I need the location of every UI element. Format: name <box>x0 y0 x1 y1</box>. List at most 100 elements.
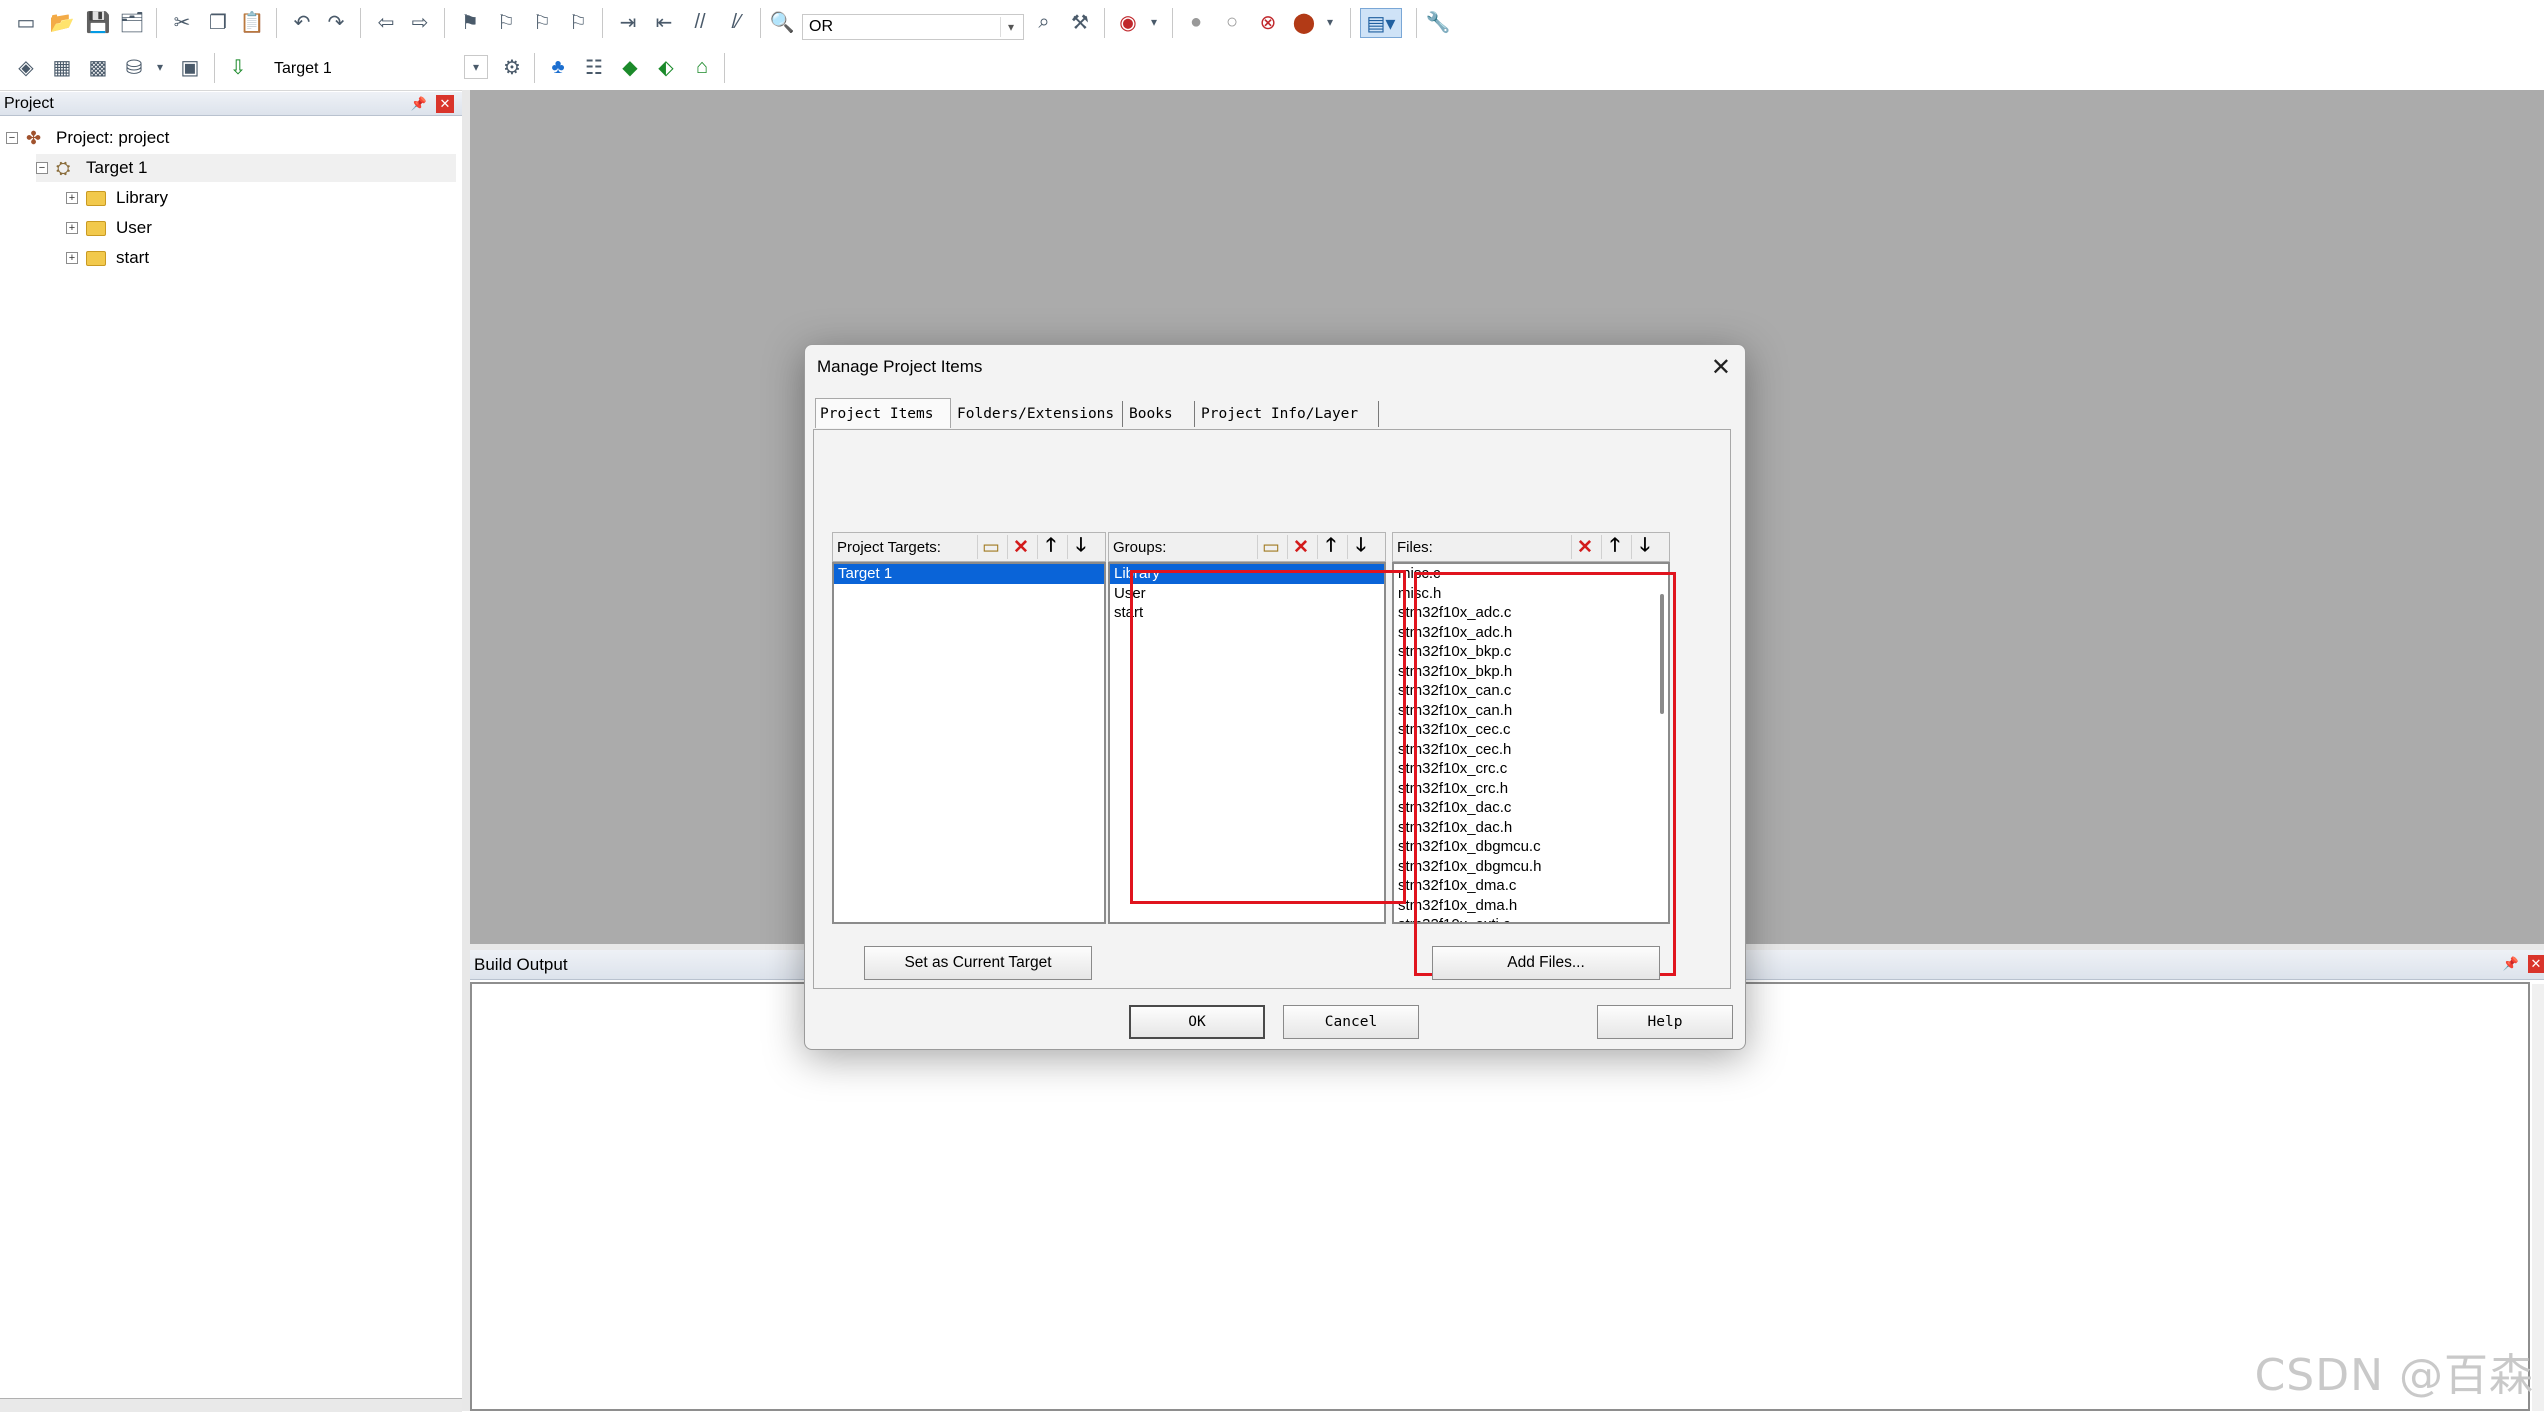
open-folder-icon[interactable]: 📂 <box>48 8 76 36</box>
chevron-down-icon[interactable]: ▾ <box>1000 17 1021 37</box>
comment-icon[interactable]: // <box>686 8 714 36</box>
uncomment-icon[interactable]: /⁄ <box>722 8 750 36</box>
find-in-files-icon[interactable]: 🔍 <box>768 8 796 36</box>
collapse-icon[interactable]: − <box>6 132 18 144</box>
list-item[interactable]: stm32f10x_dac.h <box>1394 818 1668 838</box>
build-icon[interactable]: ▦ <box>48 53 76 81</box>
chevron-down-icon[interactable]: ▾ <box>146 53 174 81</box>
help-button[interactable]: Help <box>1597 1005 1733 1039</box>
translate-icon[interactable]: ◈ <box>12 53 40 81</box>
add-files-button[interactable]: Add Files... <box>1432 946 1660 980</box>
expand-icon[interactable]: + <box>66 252 78 264</box>
move-down-icon[interactable]: 🡓 <box>1067 535 1094 559</box>
unindent-icon[interactable]: ⇤ <box>650 8 678 36</box>
tab-books[interactable]: Books <box>1125 401 1195 427</box>
list-item[interactable]: User <box>1110 584 1384 604</box>
close-icon[interactable]: ✕ <box>436 95 454 113</box>
incremental-find-icon[interactable]: ⚒ <box>1066 8 1094 36</box>
navigate-back-icon[interactable]: ⇦ <box>372 8 400 36</box>
next-bookmark-icon[interactable]: ⚐ <box>528 8 556 36</box>
tree-item-group-start[interactable]: + start <box>66 244 149 272</box>
rebuild-icon[interactable]: ▩ <box>84 53 112 81</box>
kill-breakpoints-icon[interactable]: ⊗ <box>1254 8 1282 36</box>
delete-icon[interactable]: ✕ <box>1287 535 1314 559</box>
list-item[interactable]: stm32f10x_exti.c <box>1394 915 1668 922</box>
list-item[interactable]: stm32f10x_bkp.h <box>1394 662 1668 682</box>
list-item[interactable]: stm32f10x_adc.c <box>1394 603 1668 623</box>
run-time-environment-icon[interactable]: ⌂ <box>688 53 716 81</box>
list-item[interactable]: start <box>1110 603 1384 623</box>
collapse-icon[interactable]: − <box>36 162 48 174</box>
move-up-icon[interactable]: 🡑 <box>1317 535 1344 559</box>
list-item[interactable]: stm32f10x_adc.h <box>1394 623 1668 643</box>
chevron-down-icon[interactable]: ▾ <box>464 55 488 79</box>
list-item[interactable]: stm32f10x_crc.c <box>1394 759 1668 779</box>
new-item-icon[interactable]: ▭ <box>977 535 1004 559</box>
find-icon[interactable]: ⌕ <box>1030 8 1058 36</box>
chevron-down-icon[interactable]: ▾ <box>1316 8 1344 36</box>
move-up-icon[interactable]: 🡑 <box>1601 535 1628 559</box>
list-item[interactable]: stm32f10x_cec.h <box>1394 740 1668 760</box>
select-packs-icon[interactable]: ◆ <box>616 53 644 81</box>
find-combo[interactable]: OR ▾ <box>802 14 1024 40</box>
expand-icon[interactable]: + <box>66 192 78 204</box>
list-item[interactable]: stm32f10x_dma.c <box>1394 876 1668 896</box>
groups-list[interactable]: Library User start <box>1108 562 1386 924</box>
stop-build-icon[interactable]: ▣ <box>176 53 204 81</box>
wrench-icon[interactable]: 🔧 <box>1424 8 1452 36</box>
list-item[interactable]: Target 1 <box>834 564 1104 584</box>
new-file-icon[interactable]: ▭ <box>12 8 40 36</box>
manage-components-icon[interactable]: ♣ <box>544 53 572 81</box>
list-item[interactable]: stm32f10x_cec.c <box>1394 720 1668 740</box>
pin-icon[interactable]: 📌 <box>410 95 428 113</box>
pin-icon[interactable]: 📌 <box>2502 955 2520 973</box>
file-extensions-icon[interactable]: ☷ <box>580 53 608 81</box>
tab-project-items[interactable]: Project Items <box>815 398 951 428</box>
vertical-splitter[interactable] <box>462 90 470 1411</box>
paste-icon[interactable]: 📋 <box>238 8 266 36</box>
copy-icon[interactable]: ❐ <box>204 8 232 36</box>
targets-list[interactable]: Target 1 <box>832 562 1106 924</box>
redo-icon[interactable]: ↷ <box>322 8 350 36</box>
tab-project-info-layer[interactable]: Project Info/Layer <box>1197 401 1379 427</box>
undo-icon[interactable]: ↶ <box>288 8 316 36</box>
expand-icon[interactable]: + <box>66 222 78 234</box>
set-current-target-button[interactable]: Set as Current Target <box>864 946 1092 980</box>
tree-item-group-user[interactable]: + User <box>66 214 152 242</box>
cut-icon[interactable]: ✂ <box>168 8 196 36</box>
list-item[interactable]: stm32f10x_dac.c <box>1394 798 1668 818</box>
delete-icon[interactable]: ✕ <box>1007 535 1034 559</box>
close-icon[interactable]: ✕ <box>1711 353 1731 382</box>
debug-session-icon[interactable]: ◉ <box>1114 8 1142 36</box>
list-item[interactable]: stm32f10x_can.c <box>1394 681 1668 701</box>
tree-root-project[interactable]: − ✤ Project: project <box>6 124 169 152</box>
move-down-icon[interactable]: 🡓 <box>1631 535 1658 559</box>
files-scrollbar-thumb[interactable] <box>1660 594 1664 714</box>
breakpoint-icon[interactable]: ● <box>1182 8 1210 36</box>
indent-icon[interactable]: ⇥ <box>614 8 642 36</box>
ok-button[interactable]: OK <box>1129 1005 1265 1039</box>
breakpoint-options-icon[interactable]: ⬤ <box>1290 8 1318 36</box>
list-item[interactable]: stm32f10x_dbgmcu.c <box>1394 837 1668 857</box>
pack-installer-icon[interactable]: ⬖ <box>652 53 680 81</box>
list-item[interactable]: misc.c <box>1394 564 1668 584</box>
move-up-icon[interactable]: 🡑 <box>1037 535 1064 559</box>
target-options-icon[interactable]: ⚙ <box>498 53 526 81</box>
bookmark-icon[interactable]: ⚑ <box>456 8 484 36</box>
prev-bookmark-icon[interactable]: ⚐ <box>492 8 520 36</box>
close-icon[interactable]: ✕ <box>2528 955 2544 973</box>
save-icon[interactable]: 💾 <box>84 8 112 36</box>
list-item[interactable]: stm32f10x_can.h <box>1394 701 1668 721</box>
tab-folders-extensions[interactable]: Folders/Extensions <box>953 401 1123 427</box>
list-item[interactable]: Library <box>1110 564 1384 584</box>
chevron-down-icon[interactable]: ▾ <box>1140 8 1168 36</box>
list-item[interactable]: misc.h <box>1394 584 1668 604</box>
list-item[interactable]: stm32f10x_dbgmcu.h <box>1394 857 1668 877</box>
files-list[interactable]: misc.c misc.h stm32f10x_adc.c stm32f10x_… <box>1392 562 1670 924</box>
list-item[interactable]: stm32f10x_bkp.c <box>1394 642 1668 662</box>
batch-build-icon[interactable]: ⛁ <box>120 53 148 81</box>
move-down-icon[interactable]: 🡓 <box>1347 535 1374 559</box>
list-item[interactable]: stm32f10x_crc.h <box>1394 779 1668 799</box>
download-load-icon[interactable]: ⇩ <box>224 53 252 81</box>
disable-breakpoint-icon[interactable]: ○ <box>1218 8 1246 36</box>
